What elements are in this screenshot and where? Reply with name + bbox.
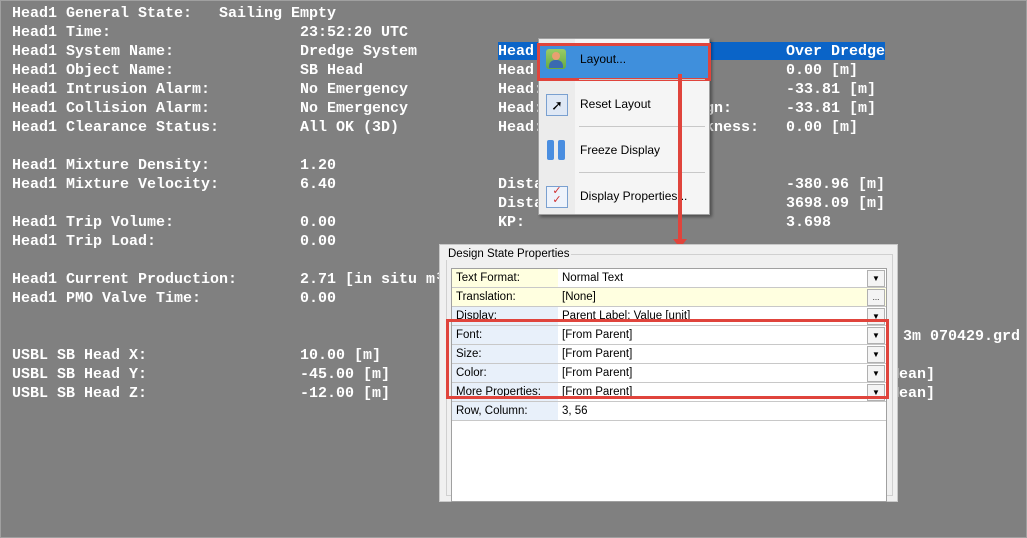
- field-label: Head1 PMO Valve Time:: [12, 290, 202, 307]
- field-label: USBL SB Head X:: [12, 347, 148, 364]
- field-value: -380.96 [m]: [786, 176, 886, 193]
- field-value: 0.00 [m]: [786, 119, 859, 136]
- field-value: -45.00 [m]: [300, 366, 391, 383]
- field-label: USBL SB Head Z:: [12, 385, 148, 402]
- field-value: Sailing Empty: [219, 5, 337, 22]
- checklist-icon: ✓ ✓: [546, 186, 568, 208]
- field-label: Head:: [498, 119, 544, 136]
- browse-button[interactable]: ...: [867, 289, 885, 306]
- field-value: No Emergency: [300, 100, 409, 117]
- field-value: -33.81 [m]: [786, 81, 877, 98]
- pause-icon: [546, 140, 566, 160]
- field-label: Head: [498, 62, 535, 79]
- menu-item-freeze-display[interactable]: Freeze Display: [539, 133, 709, 167]
- property-value[interactable]: Normal Text ▼: [558, 269, 886, 287]
- grid-file-text: 3m 070429.grd: [903, 328, 1021, 345]
- menu-item-layout[interactable]: Layout...: [537, 42, 711, 81]
- field-label: Head1 Object Name:: [12, 62, 175, 79]
- field-label: KP:: [498, 214, 526, 231]
- field-value: 0.00: [300, 214, 337, 231]
- menu-item-display-properties[interactable]: ✓ ✓ Display Properties...: [539, 179, 709, 213]
- annotation-arrow: [678, 74, 682, 240]
- field-value: -33.81 [m]: [786, 100, 877, 117]
- field-label: Head1 Intrusion Alarm:: [12, 81, 211, 98]
- field-value: 2.71 [in situ m³: [300, 271, 445, 288]
- field-label: Head1 System Name:: [12, 43, 175, 60]
- property-label: Text Format:: [452, 269, 561, 287]
- field-value: 1.20: [300, 157, 337, 174]
- display-view[interactable]: Head1 General State: Sailing Empty Head1 T…: [0, 0, 1027, 538]
- field-value: All OK (3D): [300, 119, 400, 136]
- annotation-highlight-box: [446, 319, 889, 399]
- field-label: Head1 Clearance Status:: [12, 119, 220, 136]
- field-label: Head1 Trip Load:: [12, 233, 157, 250]
- field-value: Dredge System: [300, 43, 418, 60]
- field-label: USBL SB Head Y:: [12, 366, 148, 383]
- property-row[interactable]: Row, Column: 3, 56: [452, 402, 886, 421]
- field-label: Head1 General State:: [12, 5, 193, 22]
- property-value[interactable]: [None]...: [558, 288, 886, 306]
- field-value: 3698.09 [m]: [786, 195, 886, 212]
- cursor-window-icon: ➚: [546, 94, 568, 116]
- field-label: Head1 Time:: [12, 24, 112, 41]
- property-label: Row, Column:: [452, 402, 561, 420]
- field-label: Head:: [498, 81, 544, 98]
- field-label: Dista: [498, 176, 544, 193]
- field-value: 23:52:20 UTC: [300, 24, 409, 41]
- field-value: 6.40: [300, 176, 337, 193]
- field-value: 0.00: [300, 233, 337, 250]
- field-value: Over Dredge: [786, 43, 886, 60]
- dropdown-button[interactable]: ▼: [867, 270, 885, 287]
- field-label: Head1 Current Production:: [12, 271, 238, 288]
- field-label: Head: [498, 43, 535, 60]
- field-label: Dista: [498, 195, 544, 212]
- property-label: Translation:: [452, 288, 561, 306]
- field-label: Head:: [498, 100, 544, 117]
- field-label: Head1 Mixture Density:: [12, 157, 211, 174]
- field-label: Head1 Mixture Velocity:: [12, 176, 220, 193]
- field-label: Head1 Collision Alarm:: [12, 100, 211, 117]
- property-row[interactable]: Text Format: Normal Text ▼: [452, 269, 886, 288]
- field-value: SB Head: [300, 62, 364, 79]
- field-label: Head1 Trip Volume:: [12, 214, 175, 231]
- field-value: 3.698: [786, 214, 832, 231]
- field-value: No Emergency: [300, 81, 409, 98]
- menu-item-reset-layout[interactable]: ➚ Reset Layout: [539, 87, 709, 121]
- field-value: 0.00: [300, 290, 337, 307]
- field-value: 10.00 [m]: [300, 347, 382, 364]
- context-menu: Layout... ➚ Reset Layout Freeze Display …: [537, 38, 711, 215]
- panel-title: Design State Properties: [446, 248, 572, 260]
- user-icon: [546, 49, 566, 69]
- property-value[interactable]: 3, 56: [558, 402, 886, 420]
- field-value: 0.00 [m]: [786, 62, 859, 79]
- property-row[interactable]: Translation: [None]...: [452, 288, 886, 307]
- field-value: -12.00 [m]: [300, 385, 391, 402]
